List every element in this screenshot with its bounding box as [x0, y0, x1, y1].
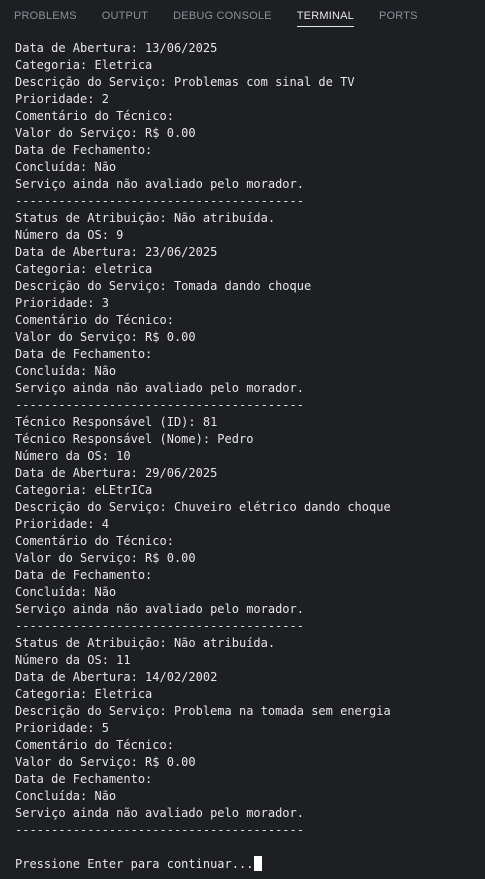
tab-ports[interactable]: PORTS [379, 0, 418, 32]
terminal-line: Status de Atribuição: Não atribuída. [15, 636, 276, 650]
terminal-line: Data de Fechamento: [15, 347, 153, 361]
terminal-line: Categoria: Eletrica [15, 58, 153, 72]
terminal-line: Serviço ainda não avaliado pelo morador. [15, 177, 304, 191]
terminal-prompt-text: Pressione Enter para continuar... [15, 857, 254, 871]
panel-tab-bar: PROBLEMS OUTPUT DEBUG CONSOLE TERMINAL P… [0, 0, 485, 32]
terminal-line: Prioridade: 3 [15, 296, 109, 310]
terminal-line: Serviço ainda não avaliado pelo morador. [15, 806, 304, 820]
terminal-line: Concluída: Não [15, 160, 117, 174]
terminal-line: Número da OS: 10 [15, 449, 131, 463]
terminal-line: Valor do Serviço: R$ 0.00 [15, 755, 196, 769]
terminal-line: Comentário do Técnico: [15, 534, 174, 548]
terminal-line: Comentário do Técnico: [15, 313, 174, 327]
terminal-line: Comentário do Técnico: [15, 738, 174, 752]
terminal-line: Descrição do Serviço: Problemas com sina… [15, 75, 355, 89]
tab-output[interactable]: OUTPUT [102, 0, 148, 32]
terminal-line: Data de Fechamento: [15, 568, 153, 582]
terminal-line: Categoria: eletrica [15, 262, 153, 276]
tab-problems[interactable]: PROBLEMS [14, 0, 77, 32]
terminal-line: Serviço ainda não avaliado pelo morador. [15, 602, 304, 616]
terminal-line: Número da OS: 9 [15, 228, 124, 242]
terminal-line: Descrição do Serviço: Problema na tomada… [15, 704, 391, 718]
terminal-cursor [254, 856, 263, 871]
terminal-line: Data de Abertura: 29/06/2025 [15, 466, 218, 480]
terminal-lines: Data de Abertura: 13/06/2025 Categoria: E… [15, 40, 475, 856]
terminal-line: Descrição do Serviço: Chuveiro elétrico … [15, 500, 391, 514]
terminal-separator-line: ---------------------------------------- [15, 398, 304, 412]
terminal-line: Valor do Serviço: R$ 0.00 [15, 126, 196, 140]
terminal-line: Categoria: Eletrica [15, 687, 153, 701]
tab-terminal[interactable]: TERMINAL [296, 0, 355, 32]
terminal-line: Técnico Responsável (Nome): Pedro [15, 432, 254, 446]
terminal-separator-line: ---------------------------------------- [15, 194, 304, 208]
terminal-line: Técnico Responsável (ID): 81 [15, 415, 218, 429]
terminal-line: Concluída: Não [15, 364, 117, 378]
terminal-line: Data de Abertura: 13/06/2025 [15, 41, 218, 55]
terminal-output[interactable]: Data de Abertura: 13/06/2025 Categoria: E… [15, 40, 475, 876]
terminal-separator-line: ---------------------------------------- [15, 619, 304, 633]
terminal-line: Comentário do Técnico: [15, 109, 174, 123]
terminal-line: Data de Fechamento: [15, 143, 153, 157]
tab-debug-console[interactable]: DEBUG CONSOLE [173, 0, 272, 32]
terminal-line: Número da OS: 11 [15, 653, 131, 667]
terminal-prompt-line[interactable]: Pressione Enter para continuar... [15, 856, 475, 873]
terminal-line: Serviço ainda não avaliado pelo morador. [15, 381, 304, 395]
terminal-line: Data de Abertura: 23/06/2025 [15, 245, 218, 259]
terminal-line: Prioridade: 2 [15, 92, 109, 106]
terminal-line: Concluída: Não [15, 585, 117, 599]
terminal-line: Prioridade: 4 [15, 517, 109, 531]
terminal-line: Data de Fechamento: [15, 772, 153, 786]
terminal-line: Status de Atribuição: Não atribuída. [15, 211, 276, 225]
terminal-line: Valor do Serviço: R$ 0.00 [15, 330, 196, 344]
terminal-line: Concluída: Não [15, 789, 117, 803]
terminal-separator-line: ---------------------------------------- [15, 823, 304, 837]
terminal-line: Valor do Serviço: R$ 0.00 [15, 551, 196, 565]
terminal-line: Descrição do Serviço: Tomada dando choqu… [15, 279, 312, 293]
terminal-line: Prioridade: 5 [15, 721, 109, 735]
terminal-line: Data de Abertura: 14/02/2002 [15, 670, 218, 684]
terminal-line: Categoria: eLEtrICa [15, 483, 153, 497]
